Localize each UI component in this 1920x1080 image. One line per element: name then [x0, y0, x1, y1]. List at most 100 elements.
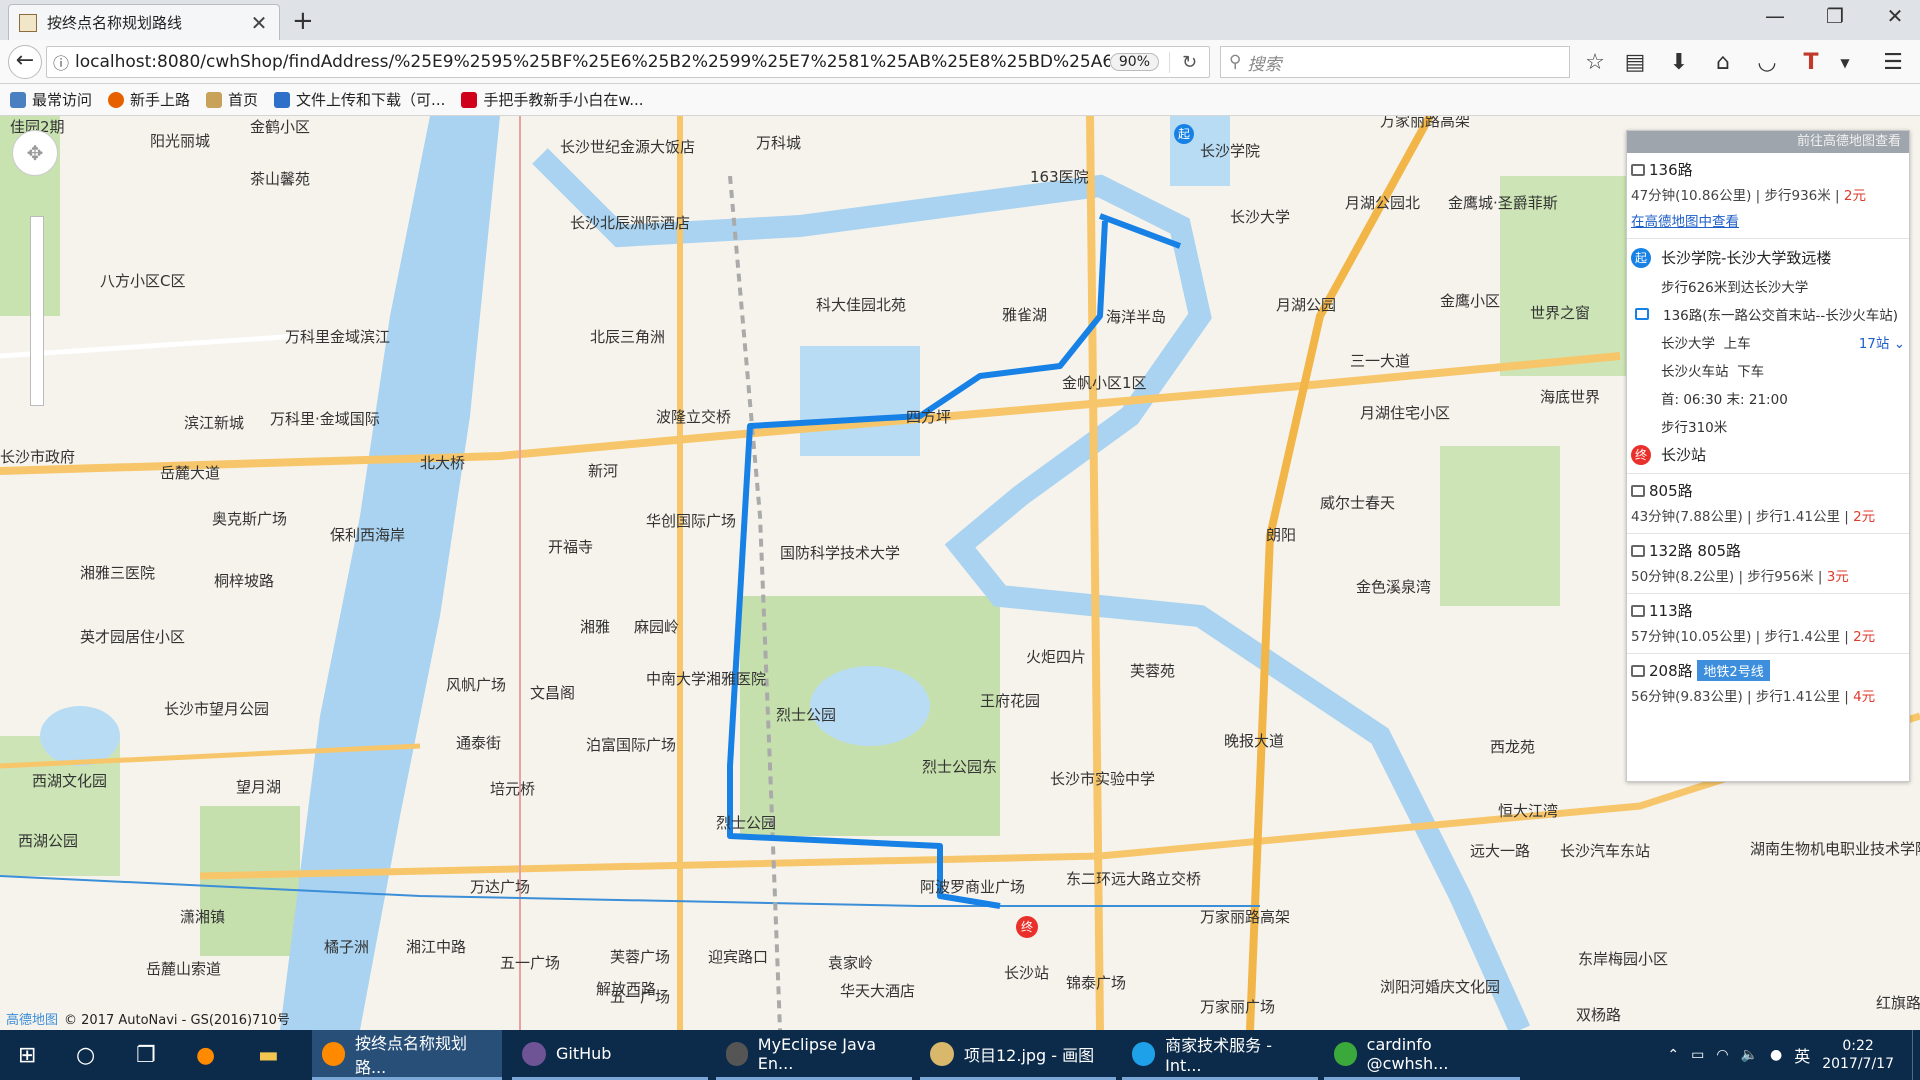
map-compass-icon[interactable]: ✥	[12, 130, 58, 176]
url-text[interactable]: localhost:8080/cwhShop/findAddress/%25E9…	[75, 52, 1110, 72]
download-icon[interactable]: ⬇	[1664, 50, 1694, 75]
route-option-2[interactable]: 805路 43分钟(7.88公里) | 步行1.41公里 | 2元	[1627, 474, 1909, 534]
map-label: 通泰街	[456, 734, 502, 752]
volume-icon[interactable]: 🔈	[1741, 1047, 1758, 1063]
taskbar-app-myeclipse[interactable]: MyEclipse Java En...	[716, 1030, 912, 1080]
back-icon[interactable]: ←	[8, 45, 42, 79]
zoom-slider[interactable]	[30, 216, 44, 406]
map-label: 科大佳园北苑	[816, 296, 907, 314]
taskbar-app-firefox[interactable]: 按终点名称规划路...	[312, 1030, 502, 1080]
clock-time: 0:22	[1842, 1038, 1874, 1054]
info-icon[interactable]: ⓘ	[47, 50, 75, 74]
bookmark-getting-started[interactable]: 新手上路	[108, 89, 190, 110]
bookmark-file-upload[interactable]: 文件上传和下载（可...	[274, 89, 445, 110]
cortana-icon[interactable]: ○	[76, 1030, 95, 1080]
translate-extension-icon[interactable]: T	[1796, 50, 1826, 75]
map-label: 月湖住宅小区	[1360, 404, 1451, 422]
map-label: 橘子洲	[324, 938, 370, 956]
map-label: 东岸梅园小区	[1578, 950, 1669, 968]
bus-icon	[1631, 163, 1645, 176]
browser-tab-active[interactable]: 按终点名称规划路线 ✕	[8, 4, 280, 40]
bookmark-most-visited[interactable]: 最常访问	[10, 89, 92, 110]
map-label: 海底世界	[1540, 388, 1601, 406]
map-label: 长沙市实验中学	[1050, 770, 1156, 788]
map-label: 华创国际广场	[646, 512, 737, 530]
route-option-4[interactable]: 113路 57分钟(10.05公里) | 步行1.4公里 | 2元	[1627, 594, 1909, 654]
map-label: 万科里金域滨江	[285, 328, 391, 346]
map-label: 茶山馨苑	[250, 170, 311, 188]
map-label: 波隆立交桥	[656, 408, 732, 426]
walk-step: 步行310米	[1661, 420, 1728, 436]
bookmark-home[interactable]: 首页	[206, 89, 258, 110]
open-in-amap-link[interactable]: 前往高德地图查看	[1627, 131, 1909, 153]
menu-icon[interactable]: ☰	[1878, 50, 1908, 75]
map-label: 五一广场	[500, 954, 561, 972]
taskbar-app-ie[interactable]: 商家技术服务 - Int...	[1122, 1030, 1318, 1080]
start-badge: 起	[1631, 247, 1651, 268]
tray-overflow-icon[interactable]: ⌃	[1667, 1047, 1679, 1063]
restore-icon[interactable]: ❐	[1810, 4, 1860, 28]
new-tab-icon[interactable]: +	[292, 6, 314, 36]
route-option-3[interactable]: 132路 805路 50分钟(8.2公里) | 步行956米 | 3元	[1627, 534, 1909, 594]
route-name: 132路 805路	[1649, 542, 1742, 560]
taskbar-app-paint[interactable]: 项目12.jpg - 画图	[920, 1030, 1116, 1080]
home-icon[interactable]: ⌂	[1708, 50, 1738, 75]
map-label: 湖南生物机电职业技术学院	[1750, 840, 1920, 858]
route-option-5[interactable]: 208路 地铁2号线 56分钟(9.83公里) | 步行1.41公里 | 4元	[1627, 654, 1909, 713]
map-label: 望月湖	[236, 778, 282, 796]
address-bar[interactable]: ⓘ localhost:8080/cwhShop/findAddress/%25…	[46, 46, 1210, 78]
route-price: 4元	[1853, 689, 1876, 705]
bookmark-tutorial[interactable]: 手把手教新手小白在w...	[461, 89, 644, 110]
taskbar-app-github[interactable]: GitHub	[512, 1030, 708, 1080]
route-start-marker-icon[interactable]: 起	[1174, 124, 1194, 144]
map-label: 烈士公园	[776, 706, 837, 724]
task-view-icon[interactable]: ❐	[136, 1030, 156, 1080]
map-label: 月湖公园北	[1345, 194, 1421, 212]
map-label: 长沙世纪金源大饭店	[560, 138, 696, 156]
minimize-icon[interactable]: —	[1750, 4, 1800, 28]
close-tab-icon[interactable]: ✕	[249, 11, 269, 35]
view-in-amap-link[interactable]: 在高德地图中查看	[1631, 210, 1903, 230]
wifi-icon[interactable]: ◠	[1716, 1047, 1728, 1063]
network-ball-icon[interactable]: ●	[1770, 1047, 1782, 1063]
paint-icon	[930, 1041, 954, 1066]
map-label: 长沙北辰洲际酒店	[570, 214, 691, 232]
map-label: 阿波罗商业广场	[920, 878, 1026, 896]
zoom-level[interactable]: 90%	[1109, 53, 1159, 71]
bookmark-star-icon[interactable]: ☆	[1580, 50, 1610, 75]
extension-dropdown-icon[interactable]: ▼	[1830, 56, 1860, 70]
tab-title: 按终点名称规划路线	[47, 14, 183, 32]
alight-label: 下车	[1737, 364, 1765, 380]
route-name: 805路	[1649, 482, 1693, 500]
map-label: 163医院	[1030, 168, 1089, 186]
route-end-marker-icon[interactable]: 终	[1016, 916, 1038, 938]
stops-count-toggle[interactable]: 17站 ⌄	[1859, 332, 1905, 352]
map-label: 麻园岭	[634, 618, 680, 636]
search-input[interactable]: ⚲ 搜索	[1220, 46, 1570, 78]
map-label: 长沙汽车东站	[1560, 842, 1651, 860]
map-label: 泊富国际广场	[586, 736, 677, 754]
map-label: 王府花园	[980, 692, 1041, 710]
map-label: 西湖公园	[18, 832, 79, 850]
close-window-icon[interactable]: ✕	[1870, 4, 1920, 28]
firefox-icon	[322, 1041, 345, 1066]
windows-start-icon[interactable]: ⊞	[18, 1030, 36, 1080]
route-price: 2元	[1853, 629, 1876, 645]
end-badge: 终	[1631, 444, 1651, 465]
reading-list-icon[interactable]: ▤	[1620, 50, 1650, 75]
pocket-icon[interactable]: ◡	[1752, 50, 1782, 75]
map-label: 浏阳河婚庆文化园	[1380, 978, 1501, 996]
battery-icon[interactable]: ▭	[1691, 1047, 1704, 1063]
map-label: 金鹰小区	[1440, 292, 1501, 310]
show-desktop-button[interactable]	[1912, 1030, 1920, 1080]
route-meta: 47分钟(10.86公里) | 步行936米 |	[1631, 188, 1844, 204]
taskbar-app-cardinfo[interactable]: cardinfo @cwhsh...	[1324, 1030, 1520, 1080]
clock[interactable]: 0:22 2017/7/17	[1822, 1037, 1894, 1073]
route-option-1[interactable]: 136路 47分钟(10.86公里) | 步行936米 | 2元 在高德地图中查…	[1627, 153, 1909, 239]
map-label: 火炬四片	[1026, 648, 1087, 666]
reload-icon[interactable]: ↻	[1169, 51, 1209, 73]
map-label: 月湖公园	[1276, 296, 1337, 314]
file-explorer-icon[interactable]: ▬	[258, 1030, 279, 1080]
firefox-icon[interactable]: ●	[196, 1030, 215, 1080]
ime-indicator[interactable]: 英	[1794, 1043, 1810, 1067]
